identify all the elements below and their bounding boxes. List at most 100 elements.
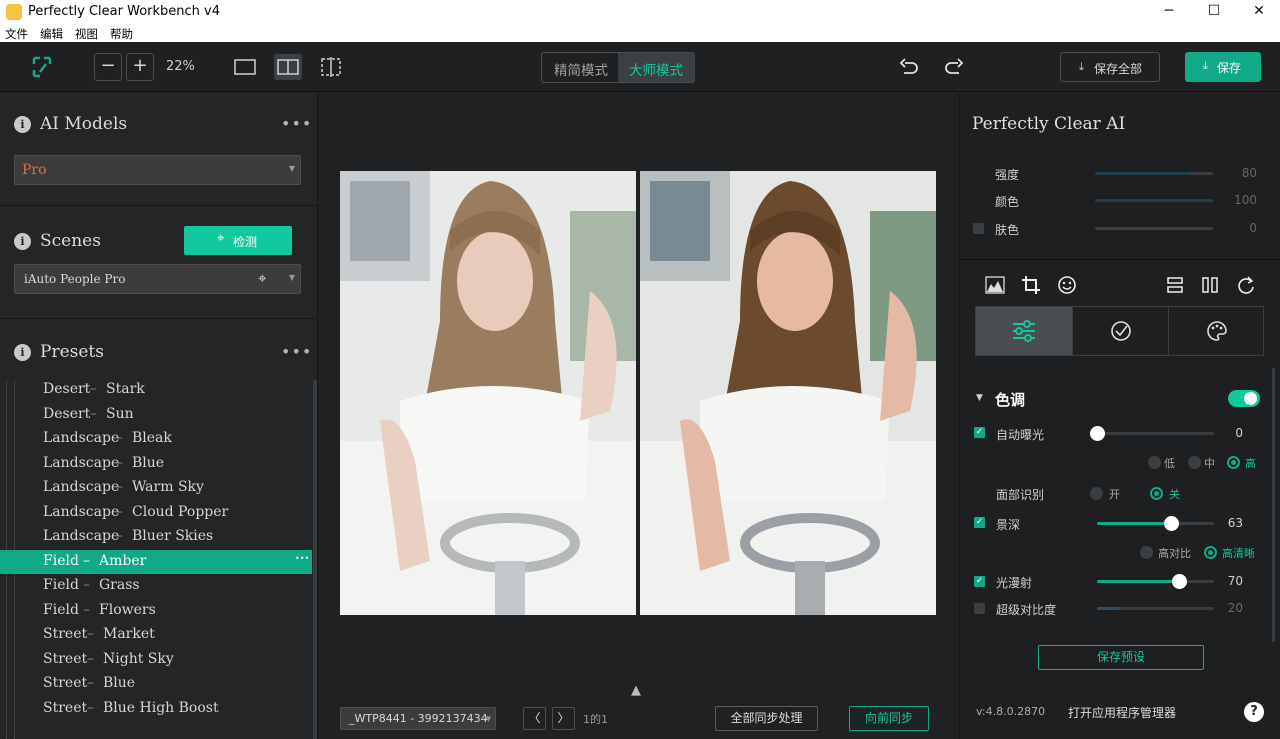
tab-adjustments[interactable]	[976, 307, 1072, 355]
mode-precise-tab[interactable]: 精简模式	[554, 59, 608, 79]
preset-item[interactable]: Landscape – Bluer Skies	[0, 525, 312, 549]
menu-help[interactable]: 帮助	[110, 26, 133, 42]
chevron-down-icon: ▼	[288, 273, 295, 282]
preset-name: Street	[43, 650, 88, 667]
depth-knob[interactable]	[1163, 516, 1179, 531]
face-detect-on-radio[interactable]	[1090, 487, 1103, 500]
crosshair-icon: ⌖	[217, 231, 225, 246]
histogram-icon[interactable]	[985, 276, 1005, 294]
maximize-button[interactable]: ☐	[1191, 0, 1237, 24]
tone-toggle[interactable]	[1228, 390, 1260, 407]
menu-file[interactable]: 文件	[5, 26, 28, 42]
corrected-image[interactable]	[640, 171, 936, 615]
close-button[interactable]: ✕	[1236, 0, 1280, 24]
ai-models-more-icon[interactable]: •••	[281, 114, 312, 133]
preset-item[interactable]: Desert – Sun	[0, 403, 312, 427]
crop-icon[interactable]	[1021, 275, 1041, 295]
menu-view[interactable]: 视图	[75, 26, 98, 42]
save-all-button[interactable]: ⤓ 保存全部	[1060, 52, 1160, 82]
preset-separator: –	[83, 552, 90, 569]
tab-effects[interactable]	[1072, 307, 1168, 355]
preset-item[interactable]: Street – Market	[0, 623, 312, 647]
skin-checkbox[interactable]	[973, 223, 984, 234]
single-view-icon[interactable]	[234, 59, 256, 75]
flip-vertical-icon[interactable]	[1165, 275, 1185, 295]
exposure-mid-radio[interactable]	[1188, 456, 1201, 469]
ai-model-select[interactable]: Pro ▼	[14, 155, 301, 185]
compare-view-icon[interactable]	[320, 57, 342, 77]
rotate-icon[interactable]	[1236, 275, 1256, 295]
help-button[interactable]: ?	[1244, 702, 1264, 722]
crosshair-icon[interactable]: ⌖	[258, 269, 266, 287]
file-select[interactable]: _WTP8441 - 3992137434 ▼	[340, 707, 496, 730]
diffuse-knob[interactable]	[1171, 574, 1187, 589]
open-app-manager-link[interactable]: 打开应用程序管理器	[1068, 704, 1176, 721]
preset-item[interactable]: Landscape – Cloud Popper	[0, 501, 312, 525]
undo-icon[interactable]	[899, 57, 919, 77]
save-preset-button[interactable]: 保存预设	[1038, 645, 1204, 670]
expand-filmstrip-icon[interactable]: ▲	[631, 683, 641, 698]
collapse-arrow-icon[interactable]: ▼	[976, 393, 983, 403]
presets-more-icon[interactable]: •••	[281, 342, 312, 361]
flip-horizontal-icon[interactable]	[1200, 275, 1220, 295]
panel-title: Perfectly Clear AI	[972, 114, 1126, 134]
tab-looks[interactable]	[1168, 307, 1264, 355]
scene-select[interactable]: iAuto People Pro ⌖ ▼	[14, 264, 301, 294]
preset-item[interactable]: Street – Blue High Boost	[0, 697, 312, 721]
high-contrast-radio[interactable]	[1140, 546, 1153, 559]
tool-tabs	[975, 306, 1264, 356]
scrollbar[interactable]	[1272, 368, 1275, 642]
face-icon[interactable]	[1057, 275, 1077, 295]
preset-more-icon[interactable]: •••	[295, 554, 309, 563]
high-contrast-label: 高对比	[1158, 547, 1191, 560]
auto-exposure-checkbox[interactable]: ✓	[974, 427, 985, 438]
preset-name: Field	[43, 552, 79, 569]
high-clarity-radio[interactable]	[1204, 546, 1217, 559]
info-icon[interactable]: i	[14, 233, 31, 250]
sync-previous-button[interactable]: 向前同步	[849, 706, 929, 731]
preset-item[interactable]: Field – Grass	[0, 574, 312, 598]
mode-master-tab[interactable]: 大师模式	[629, 59, 683, 79]
preset-name: Landscape	[43, 528, 120, 544]
split-view-button[interactable]	[274, 54, 302, 80]
save-button[interactable]: ⤓ 保存	[1185, 52, 1261, 82]
detect-button[interactable]: ⌖ 检测	[184, 226, 292, 255]
preset-name: Field	[43, 577, 79, 593]
super-contrast-value: 20	[1227, 601, 1243, 615]
face-detect-off-radio[interactable]	[1150, 487, 1163, 500]
zoom-out-button[interactable]: −	[94, 53, 122, 81]
preset-separator: –	[116, 479, 123, 495]
diffuse-checkbox[interactable]: ✓	[974, 576, 985, 587]
auto-exposure-slider[interactable]	[1097, 432, 1214, 435]
depth-slider-fill	[1097, 522, 1171, 525]
divider	[960, 259, 1280, 260]
preset-item[interactable]: Desert – Stark	[0, 380, 312, 402]
skin-slider[interactable]	[1095, 227, 1213, 230]
menu-edit[interactable]: 编辑	[40, 26, 63, 42]
preset-item[interactable]: Landscape – Blue	[0, 452, 312, 476]
preset-item[interactable]: Street – Blue	[0, 672, 312, 696]
auto-exposure-knob[interactable]	[1090, 426, 1105, 441]
preset-separator: –	[90, 405, 97, 422]
preset-item[interactable]: Field – Flowers	[0, 599, 312, 623]
original-image[interactable]	[340, 171, 636, 615]
exposure-high-radio[interactable]	[1227, 456, 1240, 469]
exposure-low-radio[interactable]	[1148, 456, 1161, 469]
next-image-button[interactable]: 〉	[552, 707, 575, 730]
info-icon[interactable]: i	[14, 116, 31, 133]
scrollbar[interactable]	[313, 380, 317, 739]
minimize-button[interactable]: ─	[1146, 0, 1192, 24]
super-contrast-checkbox[interactable]	[974, 603, 985, 614]
preset-item[interactable]: Street – Night Sky	[0, 648, 312, 672]
preset-item[interactable]: Field – Amber •••	[0, 549, 312, 574]
preset-list: Desert – Stark Desert – Sun Landscape – Bleak Lan…	[0, 380, 318, 739]
zoom-in-button[interactable]: +	[126, 53, 154, 81]
depth-checkbox[interactable]: ✓	[974, 517, 985, 528]
redo-icon[interactable]	[944, 57, 964, 77]
tone-section-title: 色调	[995, 391, 1026, 409]
preset-item[interactable]: Landscape – Warm Sky	[0, 476, 312, 500]
info-icon[interactable]: i	[14, 344, 31, 361]
preset-item[interactable]: Landscape – Bleak	[0, 427, 312, 451]
prev-image-button[interactable]: 〈	[523, 707, 546, 730]
sync-all-button[interactable]: 全部同步处理	[715, 706, 818, 731]
